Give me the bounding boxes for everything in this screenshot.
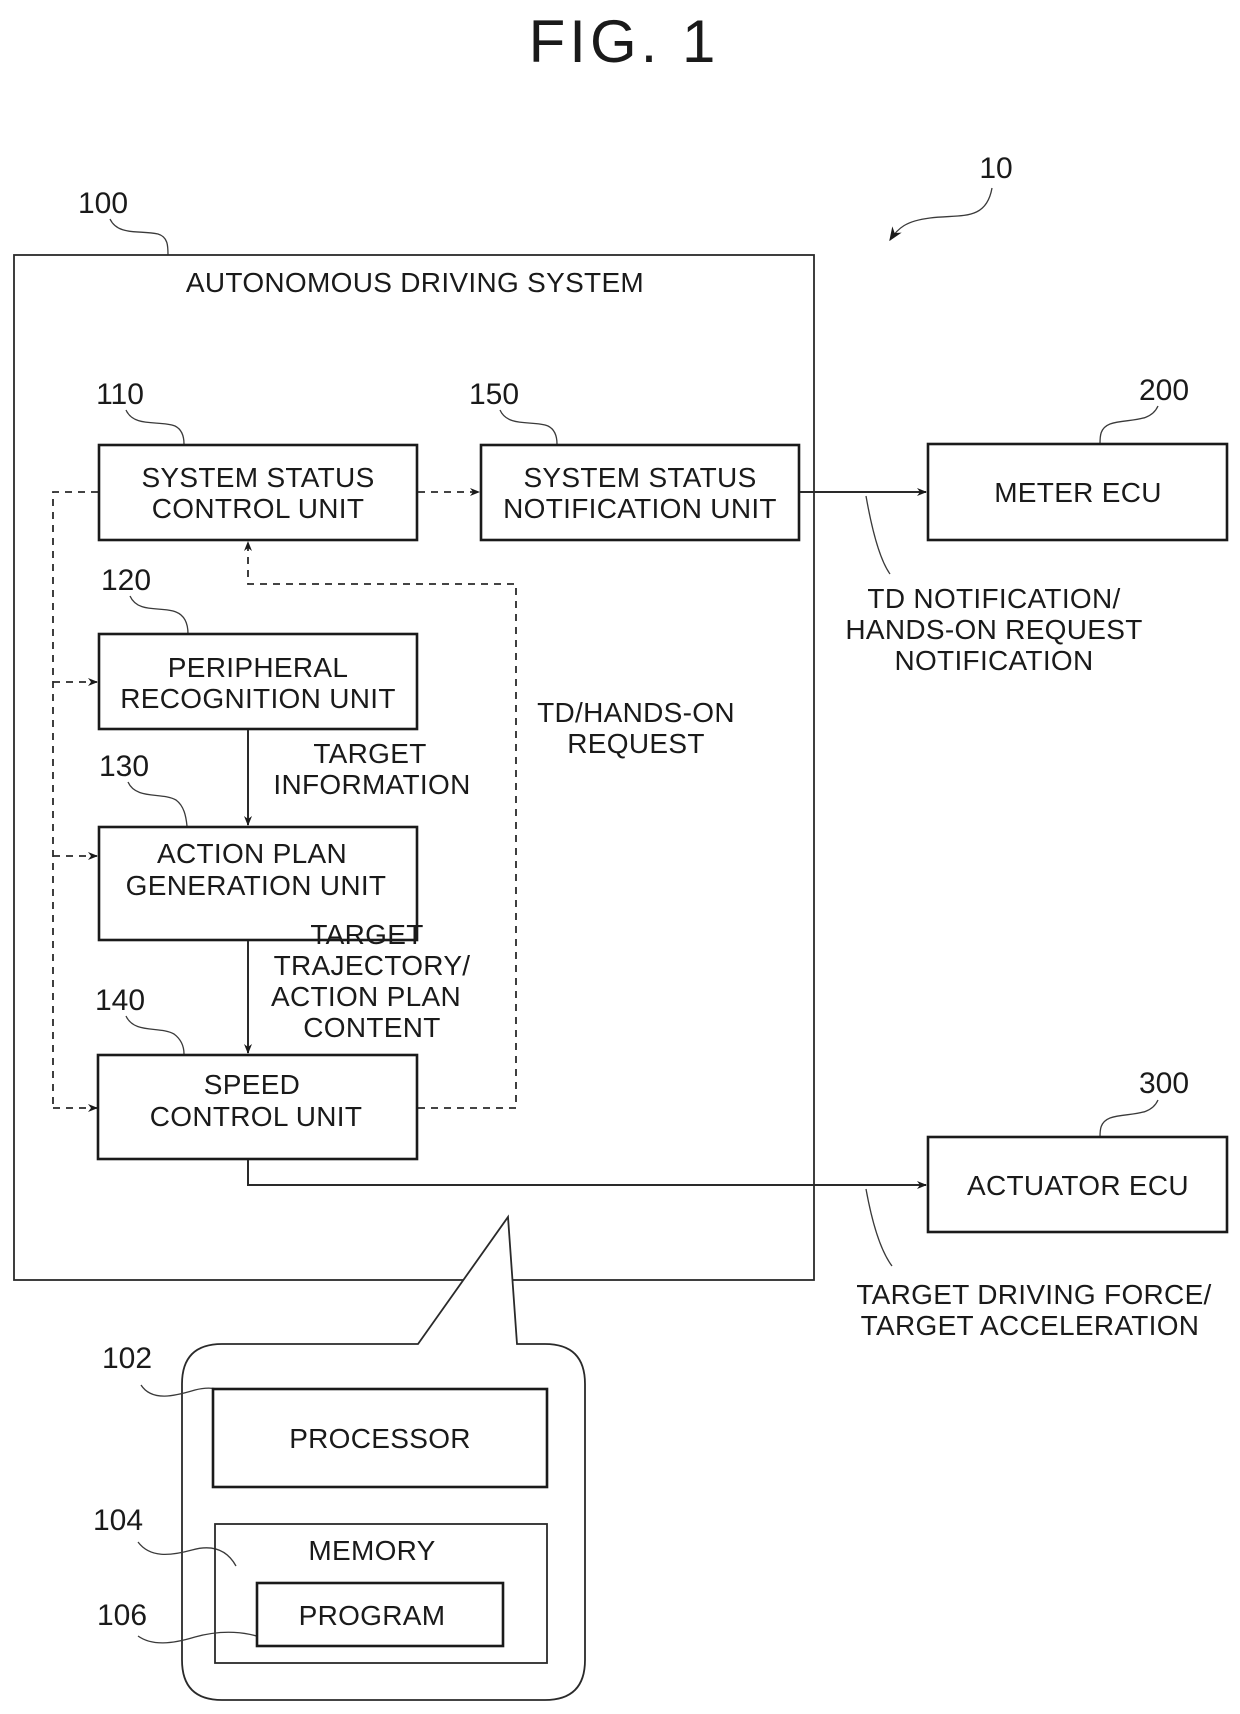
control-bus-line — [52, 491, 98, 1108]
speed-to-actuator-arrow — [247, 1160, 927, 1189]
leader-110 — [125, 409, 185, 445]
leader-300 — [1099, 1099, 1159, 1138]
figure-title: FIG. 1 — [529, 8, 720, 75]
ref-label-200: 200 — [1139, 374, 1189, 407]
leader-140 — [125, 1015, 185, 1055]
leader-200 — [1099, 405, 1159, 445]
ref-label-150: 150 — [469, 378, 519, 411]
td-hands-on-request-label-line1: TD/HANDS-ON — [537, 697, 735, 728]
ref-label-104: 104 — [93, 1504, 143, 1537]
target-trajectory-label-line3: ACTION PLAN — [271, 981, 461, 1012]
leader-120 — [129, 595, 189, 635]
leader-100 — [109, 218, 169, 256]
action-plan-generation-unit-line2: GENERATION UNIT — [126, 870, 387, 901]
peripheral-recognition-unit-line1: PERIPHERAL — [168, 652, 348, 683]
processor-label: PROCESSOR — [289, 1423, 471, 1454]
speed-control-unit: SPEED CONTROL UNIT — [96, 1053, 419, 1161]
system-ref-arrow — [889, 187, 993, 242]
target-information-label-line1: TARGET — [313, 738, 426, 769]
actuator-ecu-label: ACTUATOR ECU — [967, 1170, 1189, 1201]
td-notification-label-line2: HANDS-ON REQUEST — [845, 614, 1142, 645]
meter-ecu-label: METER ECU — [994, 477, 1162, 508]
ref-label-300: 300 — [1139, 1067, 1189, 1100]
ref-label-130: 130 — [99, 750, 149, 783]
speed-control-unit-line1: SPEED — [204, 1069, 300, 1100]
system-status-notification-unit-line1: SYSTEM STATUS — [523, 462, 756, 493]
ref-label-100: 100 — [78, 187, 128, 220]
system-status-notification-unit-line2: NOTIFICATION UNIT — [503, 493, 777, 524]
processor: PROCESSOR — [211, 1387, 549, 1489]
td-notification-label-line3: NOTIFICATION — [894, 645, 1093, 676]
peripheral-recognition-unit-line2: RECOGNITION UNIT — [120, 683, 395, 714]
leader-130 — [127, 781, 188, 827]
target-driving-force-label-line1: TARGET DRIVING FORCE/ — [856, 1279, 1211, 1310]
ref-label-106: 106 — [97, 1599, 147, 1632]
actuator-ecu: ACTUATOR ECU — [926, 1135, 1229, 1234]
td-hands-on-request-label-line2: REQUEST — [567, 728, 704, 759]
td-notification-label-line1: TD NOTIFICATION/ — [867, 583, 1120, 614]
system-status-control-unit-line1: SYSTEM STATUS — [141, 462, 374, 493]
leader-td-notification — [865, 495, 891, 575]
speed-control-unit-line2: CONTROL UNIT — [150, 1101, 363, 1132]
block-diagram: FIG. 1 10 100 AUTONOMOUS DRIVING SYSTEM … — [13, 8, 1229, 1701]
target-trajectory-label-line1: TARGET — [310, 919, 423, 950]
program: PROGRAM — [255, 1581, 505, 1648]
leader-150 — [499, 409, 558, 445]
ref-label-110: 110 — [96, 378, 144, 411]
target-trajectory-label-line2: TRAJECTORY/ — [274, 950, 471, 981]
ref-label-102: 102 — [102, 1342, 152, 1375]
peripheral-recognition-unit: PERIPHERAL RECOGNITION UNIT — [97, 632, 419, 731]
system-status-notification-unit: SYSTEM STATUS NOTIFICATION UNIT — [479, 443, 801, 542]
action-plan-generation-unit-line1: ACTION PLAN — [157, 838, 347, 869]
autonomous-driving-system-label: AUTONOMOUS DRIVING SYSTEM — [186, 267, 644, 298]
ref-label-10: 10 — [979, 152, 1012, 185]
target-trajectory-label-line4: CONTENT — [303, 1012, 440, 1043]
system-status-control-unit-line2: CONTROL UNIT — [152, 493, 365, 524]
leader-target-driving-force — [865, 1188, 893, 1267]
target-information-label-line2: INFORMATION — [273, 769, 470, 800]
memory-label: MEMORY — [308, 1535, 435, 1566]
target-driving-force-label-line2: TARGET ACCELERATION — [861, 1310, 1200, 1341]
program-label: PROGRAM — [299, 1600, 446, 1631]
ref-label-120: 120 — [101, 564, 151, 597]
system-status-control-unit: SYSTEM STATUS CONTROL UNIT — [97, 443, 419, 542]
ref-label-140: 140 — [95, 984, 145, 1017]
meter-ecu: METER ECU — [926, 442, 1229, 542]
